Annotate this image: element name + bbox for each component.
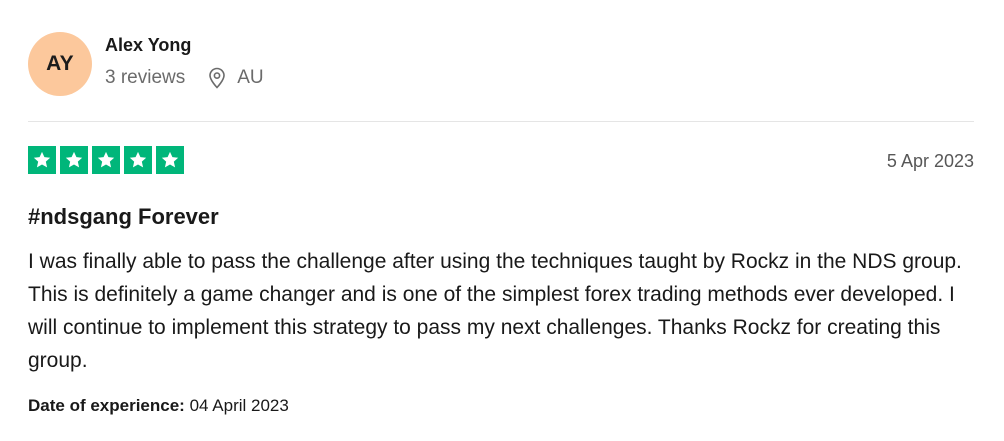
- reviewer-header: AY Alex Yong 3 reviews AU: [28, 32, 974, 98]
- review-date: 5 Apr 2023: [886, 151, 974, 171]
- star-icon: [60, 146, 88, 174]
- location-pin-icon: [207, 67, 227, 89]
- reviews-count: 3 reviews: [105, 67, 186, 88]
- divider: [28, 121, 974, 122]
- date-of-experience: Date of experience: 04 April 2023: [28, 396, 289, 416]
- reviewer-meta: 3 reviews AU: [105, 67, 264, 89]
- star-rating: [28, 146, 184, 174]
- star-icon: [28, 146, 56, 174]
- review-title[interactable]: #ndsgang Forever: [28, 204, 219, 230]
- star-icon: [92, 146, 120, 174]
- experience-label: Date of experience:: [28, 396, 185, 415]
- star-icon: [124, 146, 152, 174]
- star-icon: [156, 146, 184, 174]
- avatar-initials: AY: [46, 52, 74, 75]
- reviewer-name[interactable]: Alex Yong: [105, 35, 191, 56]
- review-card: AY Alex Yong 3 reviews AU 5 Apr 2023 #nd…: [28, 0, 974, 441]
- review-body: I was finally able to pass the challenge…: [28, 250, 962, 372]
- avatar[interactable]: AY: [28, 32, 92, 96]
- reviewer-location: AU: [237, 67, 264, 88]
- experience-date: 04 April 2023: [189, 396, 289, 415]
